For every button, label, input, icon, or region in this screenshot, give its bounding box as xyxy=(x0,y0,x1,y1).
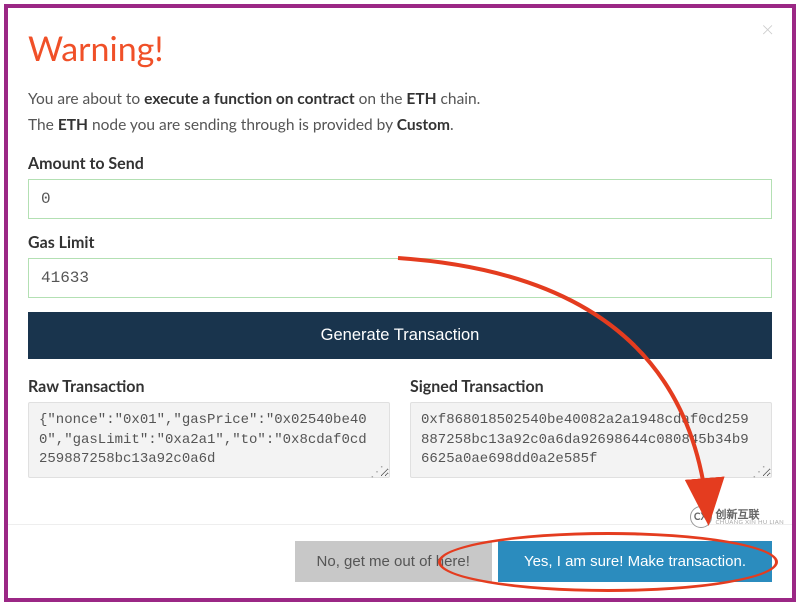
watermark: CX 创新互联 CHUANG XIN HU LIAN xyxy=(690,506,785,528)
desc-text: . xyxy=(450,116,454,134)
desc-text: on the xyxy=(355,90,407,108)
watermark-en: CHUANG XIN HU LIAN xyxy=(716,520,785,526)
raw-transaction-textarea[interactable]: {"nonce":"0x01","gasPrice":"0x02540be400… xyxy=(28,402,390,478)
desc-chain-bold: ETH xyxy=(406,90,436,108)
transaction-output-row: Raw Transaction {"nonce":"0x01","gasPric… xyxy=(28,377,772,482)
warning-description: You are about to execute a function on c… xyxy=(28,87,772,138)
desc-text: chain. xyxy=(437,90,481,108)
modal-body: Warning! You are about to execute a func… xyxy=(8,8,792,502)
watermark-cn: 创新互联 xyxy=(716,509,785,520)
modal-footer: No, get me out of here! Yes, I am sure! … xyxy=(8,524,792,598)
watermark-logo-icon: CX xyxy=(690,506,712,528)
desc-action-bold: execute a function on contract xyxy=(144,90,355,108)
signed-transaction-textarea[interactable]: 0xf868018502540be40082a2a1948cdaf0cd2598… xyxy=(410,402,772,478)
close-icon[interactable]: × xyxy=(761,18,774,40)
confirm-button[interactable]: Yes, I am sure! Make transaction. xyxy=(498,541,772,582)
desc-provider-bold: Custom xyxy=(397,116,450,134)
gas-limit-input[interactable] xyxy=(28,258,772,298)
modal-title: Warning! xyxy=(28,28,772,69)
desc-text: The xyxy=(28,116,58,134)
amount-label: Amount to Send xyxy=(28,154,772,173)
gas-limit-label: Gas Limit xyxy=(28,233,772,252)
modal-dialog: × Warning! You are about to execute a fu… xyxy=(4,4,796,602)
amount-input[interactable] xyxy=(28,179,772,219)
desc-text: You are about to xyxy=(28,90,144,108)
desc-chain-bold: ETH xyxy=(58,116,88,134)
raw-transaction-label: Raw Transaction xyxy=(28,377,390,396)
watermark-text: 创新互联 CHUANG XIN HU LIAN xyxy=(716,509,785,526)
cancel-button[interactable]: No, get me out of here! xyxy=(295,541,492,582)
generate-transaction-button[interactable]: Generate Transaction xyxy=(28,312,772,359)
signed-transaction-label: Signed Transaction xyxy=(410,377,772,396)
desc-text: node you are sending through is provided… xyxy=(88,116,397,134)
raw-transaction-col: Raw Transaction {"nonce":"0x01","gasPric… xyxy=(28,377,390,482)
signed-transaction-col: Signed Transaction 0xf868018502540be4008… xyxy=(410,377,772,482)
